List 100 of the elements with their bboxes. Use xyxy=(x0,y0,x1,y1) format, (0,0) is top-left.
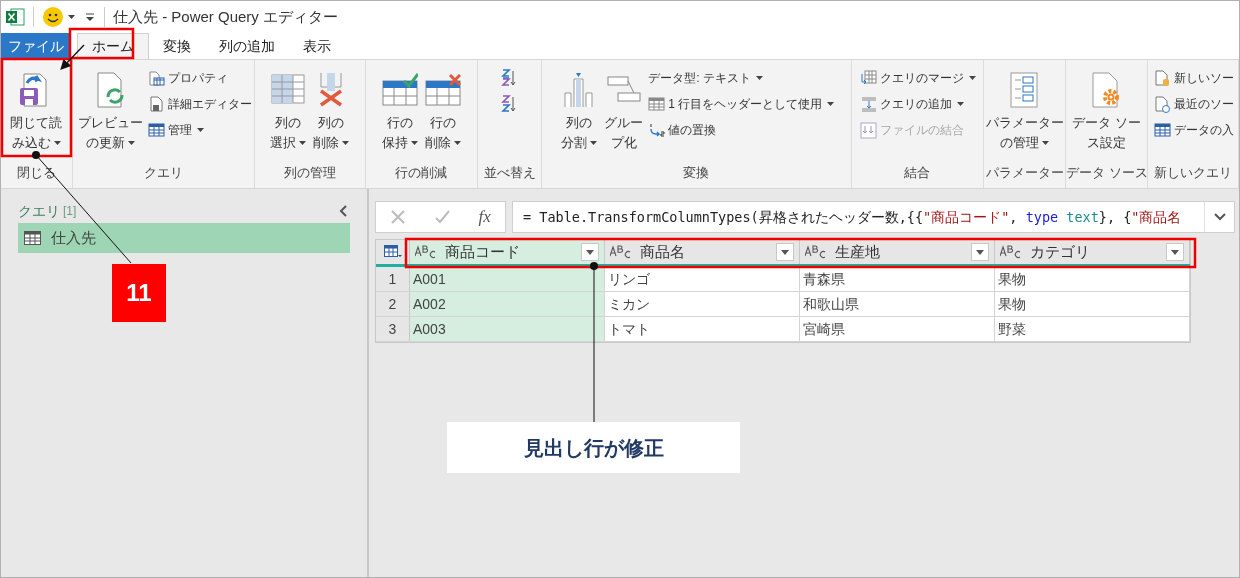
caret-icon xyxy=(1042,141,1050,145)
group-label: 並べ替え xyxy=(482,164,537,182)
ribbon-tab[interactable]: 表示 xyxy=(289,33,345,59)
file-tab[interactable]: ファイル xyxy=(1,33,71,59)
ribbon-button[interactable]: パラメーター の管理 xyxy=(982,65,1067,161)
caret-icon xyxy=(410,141,418,145)
window-title: 仕入先 - Power Query エディター xyxy=(113,6,339,27)
ribbon-button[interactable]: 詳細エディター xyxy=(147,93,252,115)
caret-icon xyxy=(590,141,598,145)
collapse-button[interactable] xyxy=(338,204,350,218)
filter-dropdown-button[interactable] xyxy=(971,243,989,261)
ribbon-button[interactable]: 閉じて読 み込む xyxy=(7,65,66,161)
ribbon-button[interactable]: データの入 xyxy=(1153,119,1234,141)
merge-queries-icon xyxy=(859,69,877,87)
table-cell: 果物 xyxy=(995,292,1190,316)
table-cell: トマト xyxy=(605,317,800,341)
fx-button[interactable]: fx xyxy=(478,204,491,230)
text-type-icon xyxy=(415,245,437,259)
group-label: 変換 xyxy=(682,164,711,182)
ribbon-button[interactable]: 列の 削除 xyxy=(310,65,353,161)
close-icon xyxy=(390,209,407,225)
ribbon-button[interactable]: データ ソー ス設定 xyxy=(1069,65,1144,161)
step-badge: 11 xyxy=(112,264,166,322)
table-cell: A001 xyxy=(410,267,605,291)
table-icon xyxy=(147,121,165,139)
caret-icon xyxy=(127,141,135,145)
group-label: 行の削減 xyxy=(394,164,449,182)
ribbon-button[interactable]: 値の置換 xyxy=(648,119,835,141)
ribbon-button[interactable]: クエリのマージ xyxy=(859,67,976,89)
ribbon-button[interactable]: 行の 保持 xyxy=(378,65,421,161)
query-item[interactable]: 仕入先 xyxy=(18,223,350,253)
table-cell: ミカン xyxy=(605,292,800,316)
caret-icon xyxy=(976,249,984,255)
filter-dropdown-button[interactable] xyxy=(581,243,599,261)
text-type-icon xyxy=(1000,245,1022,259)
text-type-icon xyxy=(805,245,827,259)
ribbon-button[interactable]: データ型: テキスト xyxy=(648,67,835,89)
table-cell: 宮崎県 xyxy=(800,317,995,341)
chevron-down-icon xyxy=(1212,212,1227,222)
ribbon-button[interactable]: 列の 分割 xyxy=(558,65,601,161)
caret-icon xyxy=(196,128,204,132)
ribbon-button[interactable]: 列の 選択 xyxy=(267,65,310,161)
caret-icon xyxy=(453,141,461,145)
group-label: 列の管理 xyxy=(282,164,337,182)
ribbon-button[interactable]: 新しいソー xyxy=(1153,67,1234,89)
filter-dropdown-button[interactable] xyxy=(1166,243,1184,261)
chevron-left-icon xyxy=(338,204,348,218)
caret-icon xyxy=(299,141,307,145)
filter-dropdown-button[interactable] xyxy=(776,243,794,261)
keep-rows-icon xyxy=(381,71,418,109)
group-label: 新しいクエリ xyxy=(1153,164,1234,182)
caret-icon xyxy=(586,249,594,255)
sort-descending-icon xyxy=(500,93,517,113)
group-label: 結合 xyxy=(903,164,932,182)
ribbon-button[interactable]: 1 行目をヘッダーとして使用 xyxy=(648,93,835,115)
table-cell: 果物 xyxy=(995,267,1190,291)
caret-icon xyxy=(956,102,964,106)
table-cell: A002 xyxy=(410,292,605,316)
table-icon xyxy=(24,231,41,245)
check-icon xyxy=(434,209,451,225)
ribbon-button[interactable]: プロパティ xyxy=(147,67,252,89)
callout: 見出し行が修正 xyxy=(447,422,740,473)
table-cell: 青森県 xyxy=(800,267,995,291)
ribbon-button[interactable]: 最近のソー xyxy=(1153,93,1234,115)
combine-files-icon xyxy=(859,121,877,139)
sort-ascending-icon xyxy=(500,67,517,87)
ribbon-tab[interactable]: ホーム xyxy=(77,33,149,59)
ribbon-tab[interactable]: 列の追加 xyxy=(205,33,289,59)
table-cell: 和歌山県 xyxy=(800,292,995,316)
properties-icon xyxy=(147,69,165,87)
group-label: クエリ xyxy=(142,164,184,182)
append-queries-icon xyxy=(859,95,877,113)
recent-sources-icon xyxy=(1153,95,1171,113)
caret-icon xyxy=(1171,249,1179,255)
caret-icon xyxy=(968,76,976,80)
query-count: [1] xyxy=(63,203,77,220)
formula-field[interactable]: = Table.TransformColumnTypes(昇格されたヘッダー数,{{"商品コード", type text}, {"商品名 xyxy=(512,201,1235,233)
replace-values-icon xyxy=(648,121,666,139)
ribbon-button[interactable]: クエリの追加 xyxy=(859,93,976,115)
excel-icon xyxy=(5,7,25,27)
table-icon xyxy=(1153,121,1171,139)
group-label: データ ソース xyxy=(1066,164,1148,182)
table-cell: A003 xyxy=(410,317,605,341)
caret-icon xyxy=(781,249,789,255)
ribbon-button[interactable]: 行の 削除 xyxy=(421,65,464,161)
smiley-icon xyxy=(42,6,76,28)
caret-icon xyxy=(827,102,835,106)
ribbon-button[interactable]: グルー プ化 xyxy=(601,65,647,161)
ribbon-tab[interactable]: 変換 xyxy=(149,33,205,59)
remove-rows-icon xyxy=(424,71,461,109)
caret-icon xyxy=(342,141,350,145)
table-menu-icon xyxy=(383,245,402,259)
table-cell: リンゴ xyxy=(605,267,800,291)
document-icon xyxy=(147,95,165,113)
caret-icon xyxy=(53,141,61,145)
ribbon-button[interactable]: 管理 xyxy=(147,119,252,141)
column-header[interactable]: 商品コード xyxy=(410,240,605,264)
customize-caret-icon xyxy=(84,11,96,23)
ribbon-button[interactable]: プレビュー の更新 xyxy=(74,65,146,161)
group-label: パラメーター xyxy=(984,164,1065,182)
